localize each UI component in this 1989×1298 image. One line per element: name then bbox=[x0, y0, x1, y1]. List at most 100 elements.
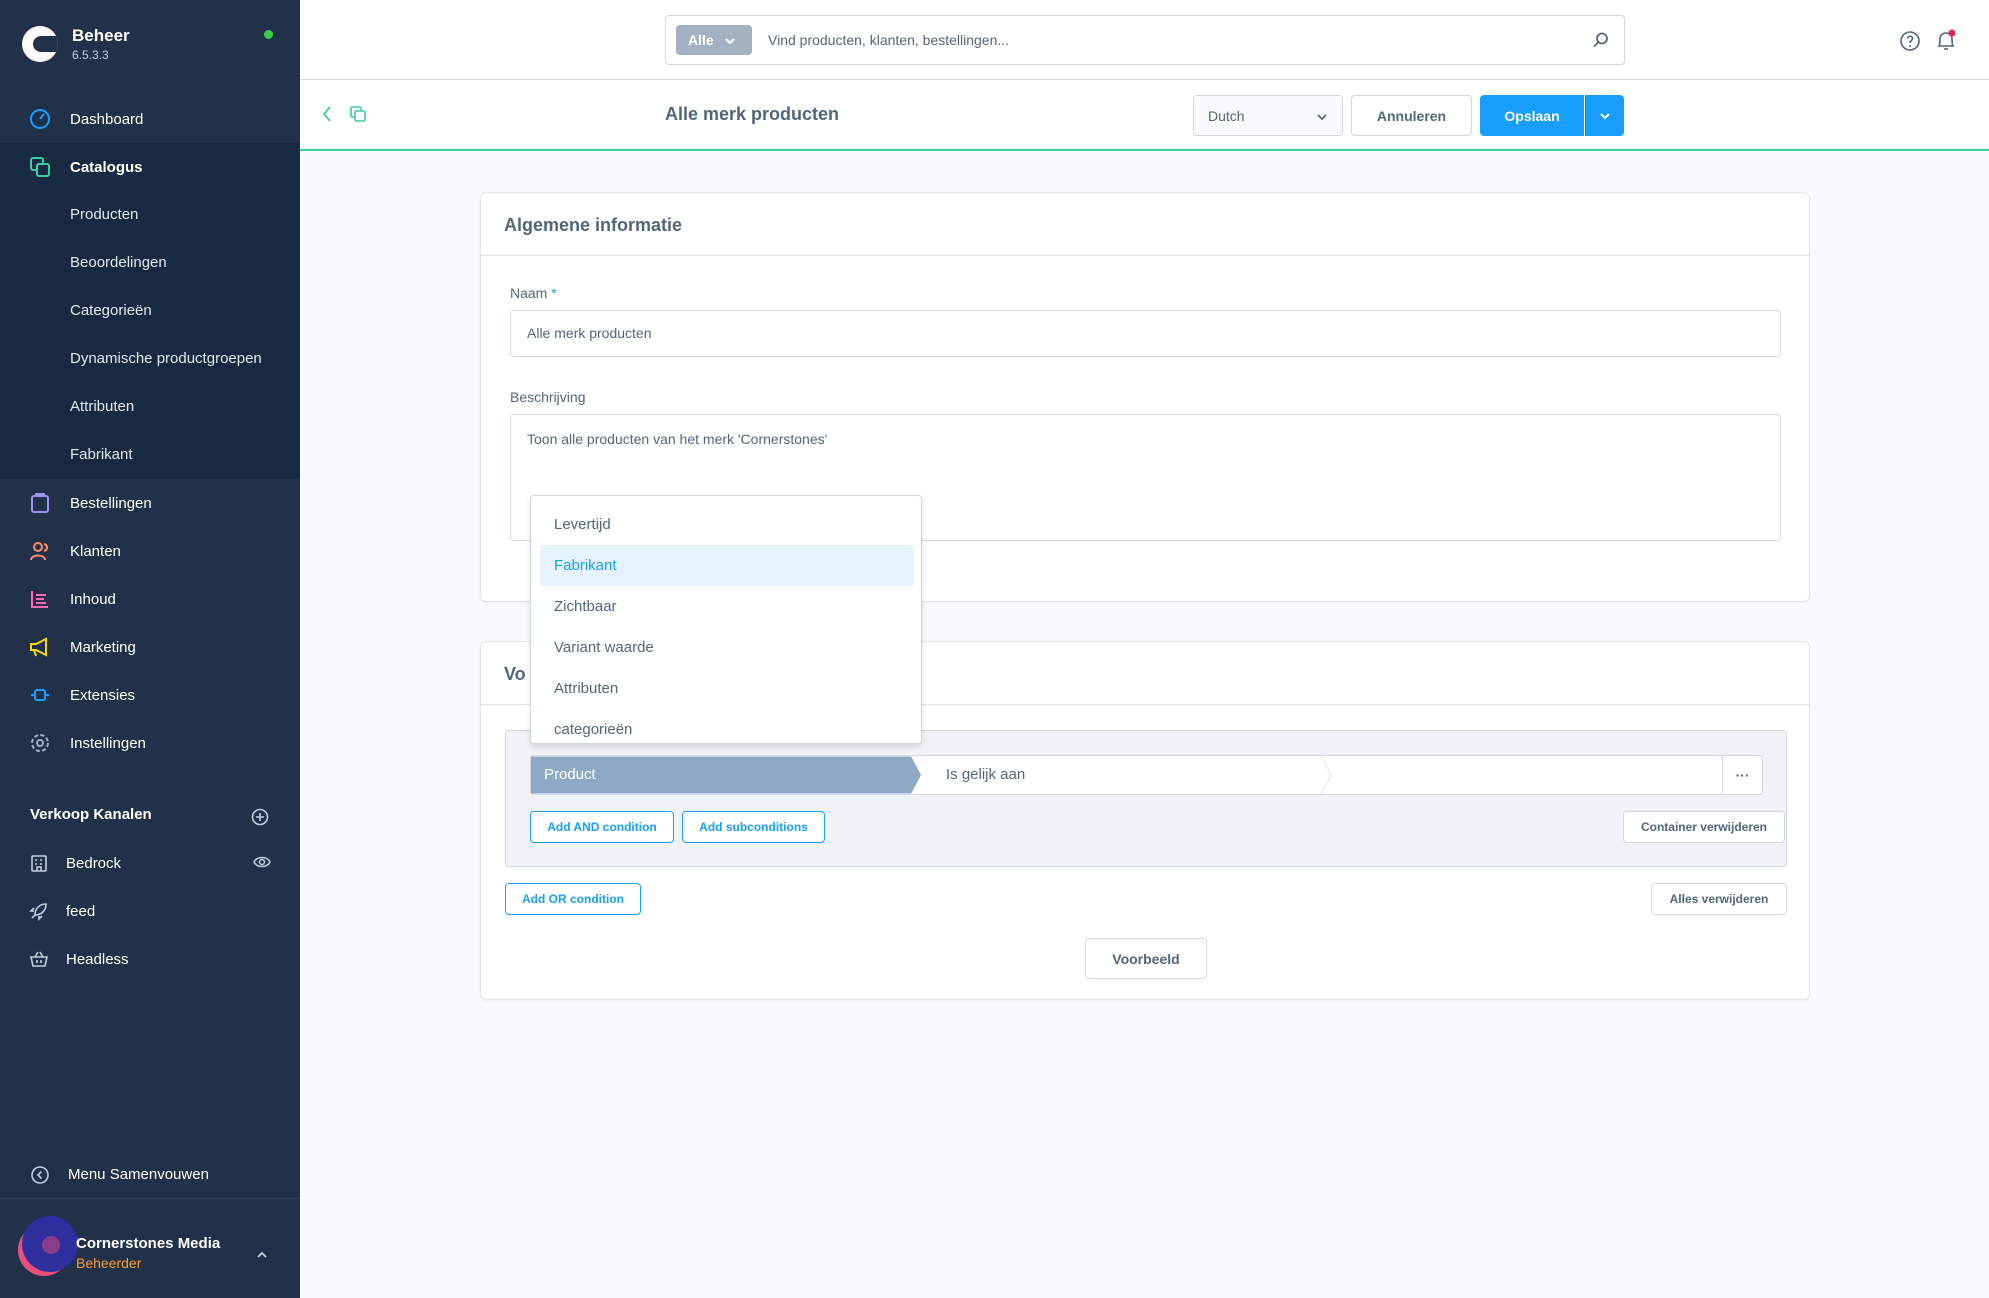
basket-icon bbox=[29, 949, 49, 969]
description-label: Beschrijving bbox=[510, 389, 586, 405]
app-version: 6.5.3.3 bbox=[72, 48, 109, 62]
name-label-text: Naam bbox=[510, 285, 548, 301]
marketing-icon bbox=[29, 636, 51, 658]
search-type-select[interactable]: Alle bbox=[676, 25, 752, 55]
dropdown-option[interactable]: Levertijd bbox=[540, 504, 914, 545]
sidebar-item-label: Marketing bbox=[70, 638, 136, 656]
add-and-condition-button[interactable]: Add AND condition bbox=[530, 811, 674, 843]
sidebar-item-dashboard[interactable]: Dashboard bbox=[0, 95, 300, 143]
sidebar-item-orders[interactable]: Bestellingen bbox=[0, 479, 300, 527]
remove-all-button[interactable]: Alles verwijderen bbox=[1651, 883, 1787, 915]
orders-icon bbox=[29, 492, 51, 514]
catalog-icon bbox=[29, 156, 51, 178]
field-select-value: Product bbox=[544, 766, 596, 783]
field-select[interactable]: Product bbox=[544, 766, 596, 783]
chevron-down-icon bbox=[1600, 112, 1610, 119]
dropdown-option-highlighted[interactable]: Fabrikant bbox=[540, 545, 914, 586]
condition-row: Product Is gelijk aan ··· bbox=[530, 755, 1763, 795]
add-or-condition-button[interactable]: Add OR condition bbox=[505, 883, 641, 915]
sales-channel-label: Headless bbox=[66, 950, 129, 968]
sales-channel-bedrock[interactable]: Bedrock bbox=[0, 839, 300, 887]
sidebar-item-content[interactable]: Inhoud bbox=[0, 575, 300, 623]
divider bbox=[481, 255, 1809, 256]
sidebar-item-label: Inhoud bbox=[70, 590, 116, 608]
add-subconditions-button[interactable]: Add subconditions bbox=[682, 811, 825, 843]
field-dropdown: Levertijd Fabrikant Zichtbaar Variant wa… bbox=[530, 495, 922, 744]
global-search[interactable]: Alle Vind producten, klanten, bestelling… bbox=[665, 15, 1625, 65]
avatar bbox=[22, 1216, 78, 1272]
sidebar-item-marketing[interactable]: Marketing bbox=[0, 623, 300, 671]
bell-icon[interactable] bbox=[1935, 29, 1957, 53]
chevron-left-icon[interactable] bbox=[320, 105, 334, 123]
admin-sidebar: Beheer 6.5.3.3 Dashboard Catalogus Produ… bbox=[0, 0, 300, 1298]
chevron-down-icon bbox=[724, 34, 736, 46]
cancel-button[interactable]: Annuleren bbox=[1351, 95, 1472, 136]
storefront-icon bbox=[29, 853, 49, 873]
chevron-left-circle-icon bbox=[30, 1165, 50, 1185]
search-input[interactable]: Vind producten, klanten, bestellingen... bbox=[768, 32, 1009, 48]
page-title: Alle merk producten bbox=[665, 104, 840, 124]
top-bar: Alle Vind producten, klanten, bestelling… bbox=[300, 0, 1989, 80]
card-title: Algemene informatie bbox=[504, 215, 683, 235]
preview-button[interactable]: Voorbeeld bbox=[1085, 938, 1207, 979]
collapse-menu-button[interactable]: Menu Samenvouwen bbox=[0, 1151, 300, 1199]
user-name: Cornerstones Media bbox=[76, 1235, 221, 1252]
sidebar-item-label: Dashboard bbox=[70, 110, 144, 128]
user-role: Beheerder bbox=[76, 1255, 142, 1271]
separator-arrow bbox=[1321, 756, 1332, 794]
sidebar-item-catalog[interactable]: Catalogus bbox=[0, 143, 300, 191]
dropdown-option[interactable]: Attributen bbox=[540, 668, 914, 709]
eye-icon[interactable] bbox=[253, 853, 271, 871]
sidebar-item-label: Bestellingen bbox=[70, 494, 152, 512]
language-select[interactable]: Dutch bbox=[1193, 95, 1343, 136]
user-menu[interactable]: Cornerstones Media Beheerder bbox=[0, 1208, 300, 1298]
card-title: Vo bbox=[504, 664, 526, 684]
dashboard-icon bbox=[29, 108, 51, 130]
dropdown-option[interactable]: Variant waarde bbox=[540, 627, 914, 668]
sidebar-subitem-attributes[interactable]: Attributen bbox=[70, 383, 134, 431]
sidebar-subitem-dynamic-groups[interactable]: Dynamische productgroepen bbox=[70, 335, 262, 383]
sidebar-item-label: Extensies bbox=[70, 686, 136, 704]
status-dot-icon bbox=[264, 30, 273, 39]
dropdown-option[interactable]: categorieën bbox=[540, 709, 914, 750]
condition-container: Product Is gelijk aan ··· Add AND condit… bbox=[505, 730, 1787, 867]
smart-bar: Alle merk producten Dutch Annuleren Opsl… bbox=[300, 80, 1989, 151]
dropdown-option[interactable]: Zichtbaar bbox=[540, 586, 914, 627]
sidebar-item-settings[interactable]: Instellingen bbox=[0, 719, 300, 767]
sidebar-subitem-products[interactable]: Producten bbox=[70, 191, 138, 239]
add-sales-channel-icon[interactable] bbox=[251, 808, 269, 826]
name-label: Naam * bbox=[510, 285, 557, 301]
sales-channel-headless[interactable]: Headless bbox=[0, 935, 300, 983]
save-button[interactable]: Opslaan bbox=[1480, 95, 1584, 136]
brand-text: Beheer 6.5.3.3 bbox=[72, 26, 130, 62]
shopware-logo-icon bbox=[22, 26, 58, 62]
collapse-menu-label: Menu Samenvouwen bbox=[68, 1166, 209, 1183]
gear-icon bbox=[29, 732, 51, 754]
sales-channel-label: feed bbox=[66, 902, 96, 920]
operator-select[interactable]: Is gelijk aan bbox=[946, 766, 1025, 783]
save-options-button[interactable] bbox=[1585, 95, 1624, 136]
brand[interactable]: Beheer 6.5.3.3 bbox=[22, 24, 130, 64]
sales-channel-label: Bedrock bbox=[66, 854, 122, 872]
name-field[interactable]: Alle merk producten bbox=[510, 310, 1781, 357]
sidebar-item-label: Instellingen bbox=[70, 734, 146, 752]
more-actions-button[interactable]: ··· bbox=[1722, 756, 1762, 794]
sidebar-subitem-reviews[interactable]: Beoordelingen bbox=[70, 239, 167, 287]
sales-channels-title: Verkoop Kanalen bbox=[30, 806, 152, 823]
remove-container-button[interactable]: Container verwijderen bbox=[1623, 811, 1785, 843]
app-name: Beheer bbox=[72, 26, 130, 45]
content-icon bbox=[29, 588, 51, 610]
sidebar-item-label: Catalogus bbox=[70, 158, 143, 176]
sidebar-subitem-categories[interactable]: Categorieën bbox=[70, 287, 152, 335]
sales-channel-feed[interactable]: feed bbox=[0, 887, 300, 935]
rocket-icon bbox=[29, 901, 49, 921]
chevron-down-icon bbox=[1316, 110, 1328, 122]
search-type-label: Alle bbox=[688, 32, 714, 48]
search-icon[interactable] bbox=[1592, 31, 1610, 49]
required-marker: * bbox=[551, 285, 557, 301]
duplicate-icon[interactable] bbox=[349, 105, 367, 123]
sidebar-item-extensions[interactable]: Extensies bbox=[0, 671, 300, 719]
help-icon[interactable] bbox=[1899, 30, 1921, 52]
sidebar-subitem-manufacturer[interactable]: Fabrikant bbox=[70, 431, 133, 479]
sidebar-item-customers[interactable]: Klanten bbox=[0, 527, 300, 575]
